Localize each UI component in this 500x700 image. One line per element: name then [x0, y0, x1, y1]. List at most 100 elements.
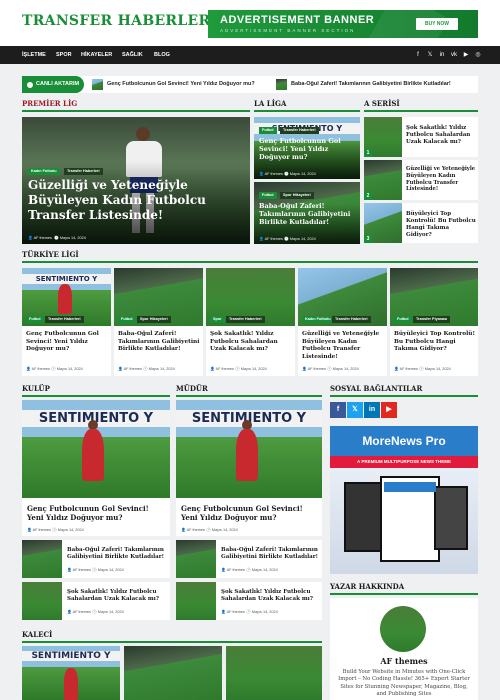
- section-title-sosyal[interactable]: SOSYAL BAĞLANTILAR: [330, 384, 422, 393]
- article-title[interactable]: Baba-Oğul Zaferi! Takımlarının Galibiyet…: [221, 547, 319, 561]
- author-name[interactable]: AF themes: [34, 236, 52, 240]
- article-title[interactable]: Güzelliği ve Yeteneğiyle Büyüleyen Kadın…: [302, 331, 384, 361]
- author-name[interactable]: AF themes: [73, 568, 91, 572]
- x-icon[interactable]: 𝕏: [347, 402, 363, 418]
- article-title[interactable]: Büyüleyici Top Kontrolü! Bu Futbolcu Han…: [394, 331, 476, 354]
- instagram-icon[interactable]: ◎: [474, 51, 482, 59]
- author-name[interactable]: AF themes: [227, 568, 245, 572]
- category-tag[interactable]: Kadın Futbolu: [302, 316, 334, 323]
- kaleci-card[interactable]: [124, 646, 222, 700]
- linkedin-icon[interactable]: in: [438, 51, 446, 59]
- category-tag[interactable]: Spor Hikayeleri: [280, 192, 314, 199]
- turkiye-card[interactable]: Futbol Spor Hikayeleri Baba-Oğul Zaferi!…: [114, 268, 203, 376]
- article-title[interactable]: Genç Futbolcunun Gol Sevinci! Yeni Yıldı…: [259, 137, 357, 161]
- kulup-featured-card[interactable]: SENTIMIENTO Y Genç Futbolcunun Gol Sevin…: [22, 400, 170, 536]
- section-title-kulup[interactable]: KULÜP: [22, 384, 50, 393]
- author-name[interactable]: AF themes: [33, 528, 51, 532]
- youtube-icon[interactable]: ▶: [462, 51, 470, 59]
- category-tag[interactable]: Futbol: [118, 316, 136, 323]
- category-tag[interactable]: Spor Hikayeleri: [137, 316, 171, 323]
- author-name[interactable]: AF themes: [216, 367, 234, 371]
- article-title[interactable]: Baba-Oğul Zaferi! Takımlarının Galibiyet…: [259, 202, 357, 226]
- category-tag[interactable]: Transfer Haberleri: [332, 316, 371, 323]
- laliga-card[interactable]: Futbol Spor Hikayeleri Baba-Oğul Zaferi!…: [254, 182, 360, 244]
- author-name[interactable]: AF themes: [124, 367, 142, 371]
- section-title-kaleci[interactable]: KALECİ: [22, 630, 52, 639]
- article-title[interactable]: Şok Sakatlık! Yıldız Futbolcu Sahalardan…: [406, 125, 476, 146]
- section-title-laliga[interactable]: LA LİGA: [254, 99, 286, 108]
- section-title-turkiye[interactable]: TÜRKİYE LİGİ: [22, 250, 79, 259]
- list-item[interactable]: Şok Sakatlık! Yıldız Futbolcu Sahalardan…: [22, 582, 170, 620]
- x-icon[interactable]: 𝕏: [426, 51, 434, 59]
- category-tag[interactable]: Transfer Haberleri: [226, 316, 265, 323]
- article-title[interactable]: Genç Futbolcunun Gol Sevinci! Yeni Yıldı…: [27, 504, 167, 522]
- article-title[interactable]: Büyüleyici Top Kontrolü! Bu Futbolcu Han…: [406, 211, 476, 240]
- list-item[interactable]: 1 Şok Sakatlık! Yıldız Futbolcu Sahalard…: [364, 117, 478, 157]
- site-header: TRANSFER HABERLERİ ADVERTISEMENT BANNER …: [0, 0, 500, 46]
- list-item[interactable]: Şok Sakatlık! Yıldız Futbolcu Sahalardan…: [176, 582, 322, 620]
- category-tag[interactable]: Spor: [210, 316, 225, 323]
- facebook-icon[interactable]: f: [414, 51, 422, 59]
- author-name[interactable]: AF themes: [73, 610, 91, 614]
- article-title[interactable]: Genç Futbolcunun Gol Sevinci! Yeni Yıldı…: [26, 331, 108, 354]
- facebook-icon[interactable]: f: [330, 402, 346, 418]
- nav-item-isletme[interactable]: İŞLETME: [22, 46, 46, 64]
- nav-item-hikayeler[interactable]: HİKAYELER: [81, 46, 112, 64]
- article-title[interactable]: Güzelliği ve Yeteneğiyle Büyüleyen Kadın…: [406, 166, 476, 193]
- site-logo[interactable]: TRANSFER HABERLERİ: [22, 13, 217, 29]
- turkiye-card[interactable]: Futbol Transfer Piyasası Büyüleyici Top …: [390, 268, 478, 376]
- buy-now-button[interactable]: BUY NOW: [416, 18, 458, 30]
- ticker-item[interactable]: Baba-Oğul Zaferi! Takımlarının Galibiyet…: [276, 79, 451, 90]
- youtube-icon[interactable]: ▶: [381, 402, 397, 418]
- category-tag[interactable]: Kadın Futbolu: [28, 168, 60, 175]
- kaleci-card[interactable]: SENTIMIENTO Y: [22, 646, 120, 700]
- category-tag[interactable]: Futbol: [259, 127, 277, 134]
- kaleci-card[interactable]: [226, 646, 322, 700]
- mudur-featured-card[interactable]: SENTIMIENTO Y Genç Futbolcunun Gol Sevin…: [176, 400, 322, 536]
- article-title[interactable]: Genç Futbolcunun Gol Sevinci! Yeni Yıldı…: [181, 504, 319, 522]
- linkedin-icon[interactable]: in: [364, 402, 380, 418]
- advertisement-banner[interactable]: ADVERTISEMENT BANNER ADVERTISEMENT BANNE…: [208, 10, 478, 38]
- article-title[interactable]: Şok Sakatlık! Yıldız Futbolcu Sahalardan…: [210, 331, 292, 354]
- list-item[interactable]: Baba-Oğul Zaferi! Takımlarının Galibiyet…: [176, 540, 322, 578]
- author-name[interactable]: AF themes: [265, 172, 283, 176]
- vk-icon[interactable]: vk: [450, 51, 458, 59]
- author-name[interactable]: AF themes: [400, 367, 418, 371]
- promo-banner[interactable]: MoreNews Pro A PREMIUM MULTIPURPOSE NEWS…: [330, 426, 478, 574]
- list-item[interactable]: 3 Büyüleyici Top Kontrolü! Bu Futbolcu H…: [364, 203, 478, 243]
- author-name[interactable]: AF themes: [227, 610, 245, 614]
- category-tag[interactable]: Futbol: [26, 316, 44, 323]
- section-title-yazar[interactable]: YAZAR HAKKINDA: [330, 582, 404, 591]
- category-tag[interactable]: Transfer Piyasası: [413, 316, 451, 323]
- author-name[interactable]: AF themes: [330, 656, 478, 666]
- ticker-item[interactable]: Genç Futbolcunun Gol Sevinci! Yeni Yıldı…: [92, 79, 255, 90]
- section-title-mudur[interactable]: MÜDÜR: [176, 384, 208, 393]
- article-title[interactable]: Baba-Oğul Zaferi! Takımlarının Galibiyet…: [118, 331, 200, 354]
- author-name[interactable]: AF themes: [308, 367, 326, 371]
- premier-title[interactable]: Güzelliği ve Yeteneğiyle Büyüleyen Kadın…: [28, 178, 208, 223]
- category-tag[interactable]: Futbol: [259, 192, 277, 199]
- category-tag[interactable]: Transfer Haberleri: [280, 127, 319, 134]
- nav-item-spor[interactable]: SPOR: [56, 46, 72, 64]
- article-title[interactable]: Baba-Oğul Zaferi! Takımlarının Galibiyet…: [67, 547, 167, 561]
- section-title-serie[interactable]: A SERİSİ: [364, 99, 400, 108]
- article-title[interactable]: Şok Sakatlık! Yıldız Futbolcu Sahalardan…: [67, 589, 167, 603]
- avatar[interactable]: [380, 606, 426, 652]
- article-title[interactable]: Şok Sakatlık! Yıldız Futbolcu Sahalardan…: [221, 589, 319, 603]
- laliga-card[interactable]: SENTIMIENTO Y Futbol Transfer Haberleri …: [254, 117, 360, 179]
- premier-featured-card[interactable]: Kadın Futbolu Transfer Haberleri Güzelli…: [22, 117, 250, 244]
- section-title-premier[interactable]: PREMİER LİG: [22, 99, 77, 108]
- author-name[interactable]: AF themes: [32, 367, 50, 371]
- author-name[interactable]: AF themes: [265, 237, 283, 241]
- nav-item-blog[interactable]: BLOG: [154, 46, 170, 64]
- category-tag[interactable]: Transfer Haberleri: [45, 316, 84, 323]
- author-name[interactable]: AF themes: [187, 528, 205, 532]
- category-tag[interactable]: Futbol: [394, 316, 412, 323]
- turkiye-card[interactable]: Kadın Futbolu Transfer Haberleri Güzelli…: [298, 268, 387, 376]
- list-item[interactable]: Baba-Oğul Zaferi! Takımlarının Galibiyet…: [22, 540, 170, 578]
- turkiye-card[interactable]: Spor Transfer Haberleri Şok Sakatlık! Yı…: [206, 268, 295, 376]
- category-tag[interactable]: Transfer Haberleri: [64, 168, 103, 175]
- nav-item-saglik[interactable]: SAĞLIK: [122, 46, 143, 64]
- list-item[interactable]: 2 Güzelliği ve Yeteneğiyle Büyüleyen Kad…: [364, 160, 478, 200]
- turkiye-card[interactable]: SENTIMIENTO Y Futbol Transfer Haberleri …: [22, 268, 111, 376]
